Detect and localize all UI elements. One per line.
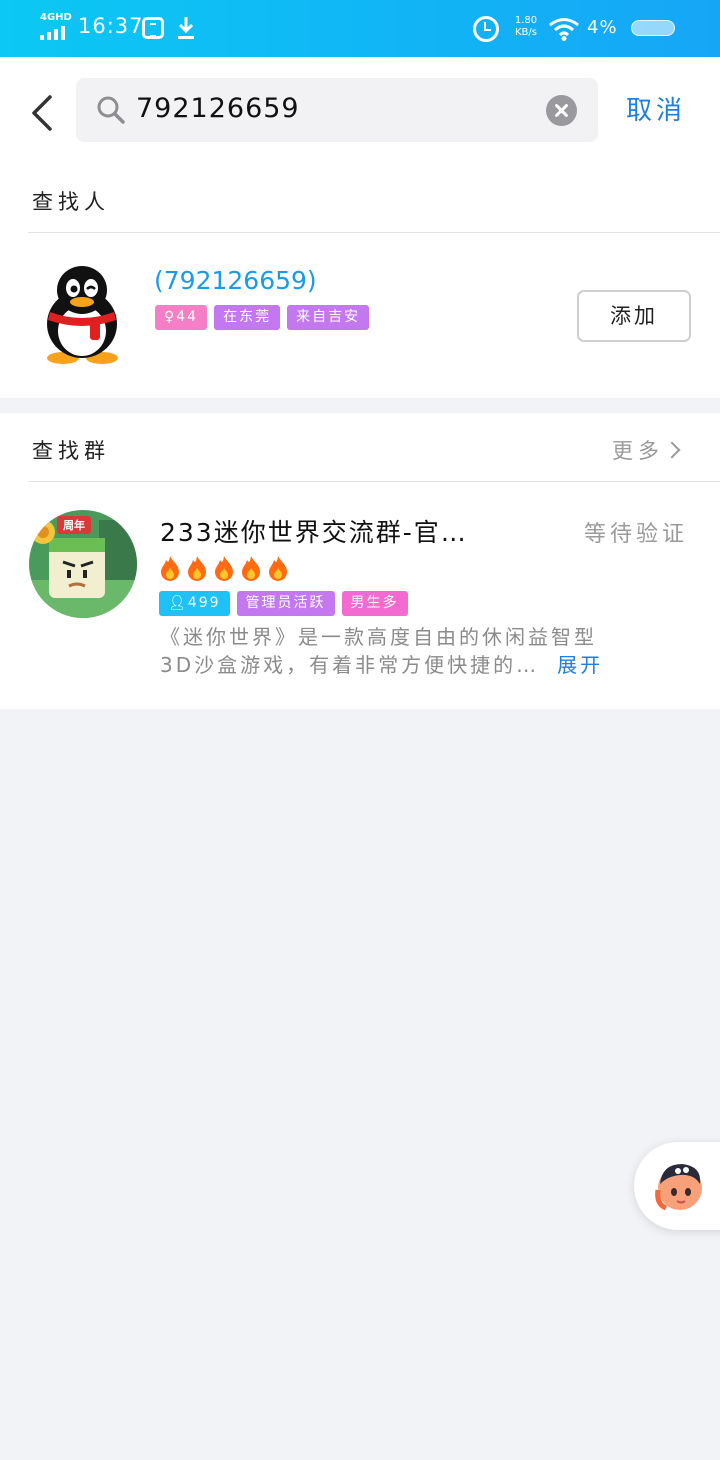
description-line-1: 《迷你世界》是一款高度自由的休闲益智型 xyxy=(160,625,597,649)
clear-icon[interactable] xyxy=(546,95,577,126)
description-line-2: 3D沙盒游戏，有着非常方便快捷的… xyxy=(160,653,540,677)
status-time: 16:37 xyxy=(78,14,144,38)
more-label: 更多 xyxy=(612,439,664,463)
download-icon xyxy=(178,17,194,39)
user-tags: ♀44 在东莞 来自吉安 xyxy=(155,305,370,330)
assistant-avatar-icon xyxy=(655,1164,702,1211)
search-box[interactable]: 792126659 xyxy=(76,78,598,142)
cancel-button[interactable]: 取消 xyxy=(626,90,686,127)
gender-ratio-tag: 男生多 xyxy=(341,591,408,616)
hometown-tag: 来自吉安 xyxy=(287,305,370,330)
status-bar: 4GHD 16:37 1.80 KB/s 4% xyxy=(0,0,720,57)
search-icon xyxy=(97,96,125,124)
group-name[interactable]: 233迷你世界交流群-官… xyxy=(160,513,560,549)
wifi-icon xyxy=(549,18,579,41)
avatar[interactable] xyxy=(30,262,135,367)
user-name[interactable]: (792126659) xyxy=(154,266,317,295)
chevron-right-icon xyxy=(663,441,681,459)
battery-percent: 4% xyxy=(587,17,618,38)
admin-active-tag: 管理员活跃 xyxy=(236,591,335,616)
fire-icon xyxy=(188,556,206,581)
group-section-title: 查找群 xyxy=(32,439,110,463)
location-tag: 在东莞 xyxy=(214,305,281,330)
people-section: 查找人 (792126659) ♀44 在东莞 来自吉安 添加 xyxy=(0,162,720,398)
search-input[interactable]: 792126659 xyxy=(136,93,300,124)
back-button[interactable] xyxy=(26,93,58,133)
expand-link[interactable]: 展开 xyxy=(557,653,603,677)
group-section: 查找群 更多 周年 233迷你世界交流群-官… 等待验证 👤︎499 管理员活跃… xyxy=(0,413,720,709)
group-status: 等待验证 xyxy=(584,522,689,547)
member-count-tag: 👤︎499 xyxy=(159,591,230,616)
network-speed: 1.80 KB/s xyxy=(514,15,538,38)
gender-age-tag: ♀44 xyxy=(155,305,208,330)
people-section-title: 查找人 xyxy=(32,190,110,214)
avatar-badge: 周年 xyxy=(63,518,85,532)
screenshot-icon xyxy=(142,17,164,39)
person-icon: 👤︎ xyxy=(168,595,188,611)
group-description: 《迷你世界》是一款高度自由的休闲益智型 3D沙盒游戏，有着非常方便快捷的… 展开 xyxy=(160,623,700,679)
group-avatar[interactable]: 周年 xyxy=(29,510,137,618)
more-link[interactable]: 更多 xyxy=(612,435,681,465)
fire-icon xyxy=(242,556,260,581)
divider xyxy=(28,481,720,482)
floating-assistant-button[interactable] xyxy=(634,1142,720,1230)
group-tags: 👤︎499 管理员活跃 男生多 xyxy=(159,591,408,616)
search-header: 792126659 取消 xyxy=(0,57,720,162)
network-type: 4GHD xyxy=(40,12,72,23)
add-button[interactable]: 添加 xyxy=(577,290,691,342)
divider xyxy=(28,232,720,233)
battery-icon xyxy=(631,20,675,36)
fire-icon xyxy=(269,556,287,581)
signal-icon: 4GHD xyxy=(38,12,72,40)
alarm-icon xyxy=(473,16,499,42)
fire-icon xyxy=(215,556,233,581)
fire-icon xyxy=(161,556,179,581)
activity-flames xyxy=(158,554,290,582)
